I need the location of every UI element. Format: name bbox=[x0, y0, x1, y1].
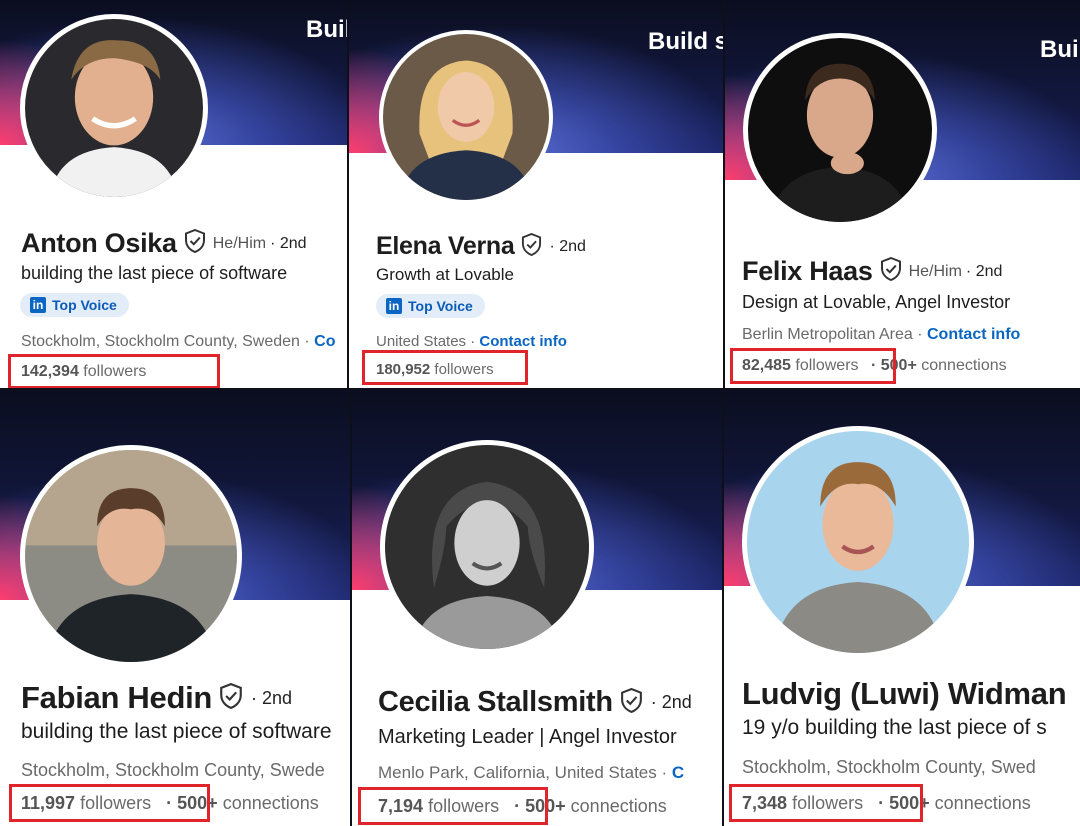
banner-text: Buil bbox=[1040, 36, 1080, 63]
connections-label: connections bbox=[222, 793, 319, 813]
headline: building the last piece of software bbox=[21, 263, 288, 283]
profile-name: Anton Osika bbox=[21, 228, 177, 258]
profile-name: Cecilia Stallsmith bbox=[378, 686, 613, 718]
profile-card-5: Cecilia Stallsmith · 2nd Marketing Leade… bbox=[352, 390, 722, 826]
contact-info-link[interactable]: Co bbox=[314, 333, 335, 350]
avatar[interactable] bbox=[379, 30, 553, 204]
location-row: Stockholm, Stockholm County, Sweden · Co bbox=[21, 333, 336, 351]
top-voice-badge[interactable]: in Top Voice bbox=[20, 293, 129, 317]
follower-highlight-box bbox=[358, 787, 548, 825]
contact-info-link[interactable]: C bbox=[672, 763, 684, 782]
location-row: Stockholm, Stockholm County, Swede bbox=[21, 760, 325, 781]
follower-highlight-box bbox=[362, 350, 528, 385]
location-row: Menlo Park, California, United States · … bbox=[378, 763, 684, 783]
pronouns: He/Him bbox=[908, 262, 962, 280]
location-row: United States · Contact info bbox=[376, 333, 567, 350]
avatar[interactable] bbox=[743, 33, 937, 227]
verified-shield-icon bbox=[184, 228, 206, 258]
follower-highlight-box bbox=[8, 354, 220, 388]
connection-degree: · 2nd bbox=[549, 237, 586, 255]
name-row: Cecilia Stallsmith · 2nd bbox=[378, 686, 692, 719]
profile-name: Felix Haas bbox=[742, 256, 873, 286]
profile-name: Elena Verna bbox=[376, 232, 515, 260]
profile-card-2: Build so Elena Verna · 2nd Growth at Lov… bbox=[349, 0, 723, 388]
headline: 19 y/o building the last piece of s bbox=[742, 716, 1047, 739]
connection-degree: · 2nd bbox=[965, 262, 1003, 280]
verified-shield-icon bbox=[880, 256, 902, 286]
location: Berlin Metropolitan Area · bbox=[742, 326, 923, 343]
avatar[interactable] bbox=[20, 14, 208, 202]
verified-shield-icon bbox=[219, 682, 243, 714]
linkedin-icon: in bbox=[386, 298, 402, 314]
pronouns: He/Him bbox=[212, 234, 267, 252]
connection-degree: · 2nd bbox=[650, 692, 692, 712]
follower-highlight-box bbox=[730, 348, 896, 384]
connections-label: connections bbox=[934, 793, 1031, 813]
contact-info-link[interactable]: Contact info bbox=[927, 326, 1020, 343]
verified-shield-icon bbox=[620, 687, 643, 718]
follower-highlight-box bbox=[9, 784, 210, 822]
headline: Design at Lovable, Angel Investor bbox=[742, 292, 1011, 312]
location: Stockholm, Stockholm County, Swed bbox=[742, 757, 1036, 777]
follower-highlight-box bbox=[729, 784, 923, 822]
top-voice-badge[interactable]: in Top Voice bbox=[376, 294, 485, 318]
headline: Growth at Lovable bbox=[376, 265, 514, 284]
verified-shield-icon bbox=[521, 232, 542, 261]
location: Stockholm, Stockholm County, Sweden · bbox=[21, 333, 310, 350]
profile-card-3: Buil Felix Haas He/Him · 2nd Design at L… bbox=[725, 0, 1080, 388]
location: United States · bbox=[376, 333, 476, 350]
connections-label: connections bbox=[921, 357, 1007, 374]
location: Stockholm, Stockholm County, Swede bbox=[21, 760, 325, 780]
headline: Marketing Leader | Angel Investor bbox=[378, 726, 677, 748]
name-row: Fabian Hedin · 2nd bbox=[21, 680, 292, 716]
avatar[interactable] bbox=[742, 426, 974, 658]
connection-degree: · 2nd bbox=[251, 687, 293, 708]
profile-name: Ludvig (Luwi) Widman bbox=[742, 676, 1067, 711]
headline: building the last piece of software bbox=[21, 720, 332, 743]
location-row: Berlin Metropolitan Area · Contact info bbox=[742, 326, 1020, 344]
banner-text: Build so bbox=[648, 28, 723, 55]
location: Menlo Park, California, United States · bbox=[378, 763, 668, 782]
avatar[interactable] bbox=[20, 445, 242, 667]
location-row: Stockholm, Stockholm County, Swed bbox=[742, 757, 1036, 778]
connections-label: connections bbox=[570, 796, 667, 816]
profile-card-6: B Ludvig (Luwi) Widman 19 y/o building t… bbox=[724, 390, 1080, 826]
linkedin-icon: in bbox=[30, 297, 46, 313]
banner-text: Buil bbox=[306, 16, 347, 43]
connection-degree: · 2nd bbox=[270, 234, 307, 252]
profile-card-4: Fabian Hedin · 2nd building the last pie… bbox=[0, 390, 350, 826]
name-row: Elena Verna · 2nd bbox=[376, 232, 586, 261]
avatar[interactable] bbox=[380, 440, 594, 654]
name-row: Felix Haas He/Him · 2nd bbox=[742, 256, 1002, 287]
profile-card-1: Buil Anton Osika He/Him · 2nd building t… bbox=[0, 0, 347, 388]
name-row: Anton Osika He/Him · 2nd bbox=[21, 228, 307, 259]
contact-info-link[interactable]: Contact info bbox=[479, 333, 567, 350]
name-row: Ludvig (Luwi) Widman bbox=[742, 676, 1067, 712]
profile-name: Fabian Hedin bbox=[21, 680, 213, 715]
profile-collage: Buil Anton Osika He/Him · 2nd building t… bbox=[0, 0, 1080, 826]
badge-label: Top Voice bbox=[408, 298, 473, 314]
badge-label: Top Voice bbox=[52, 297, 117, 313]
